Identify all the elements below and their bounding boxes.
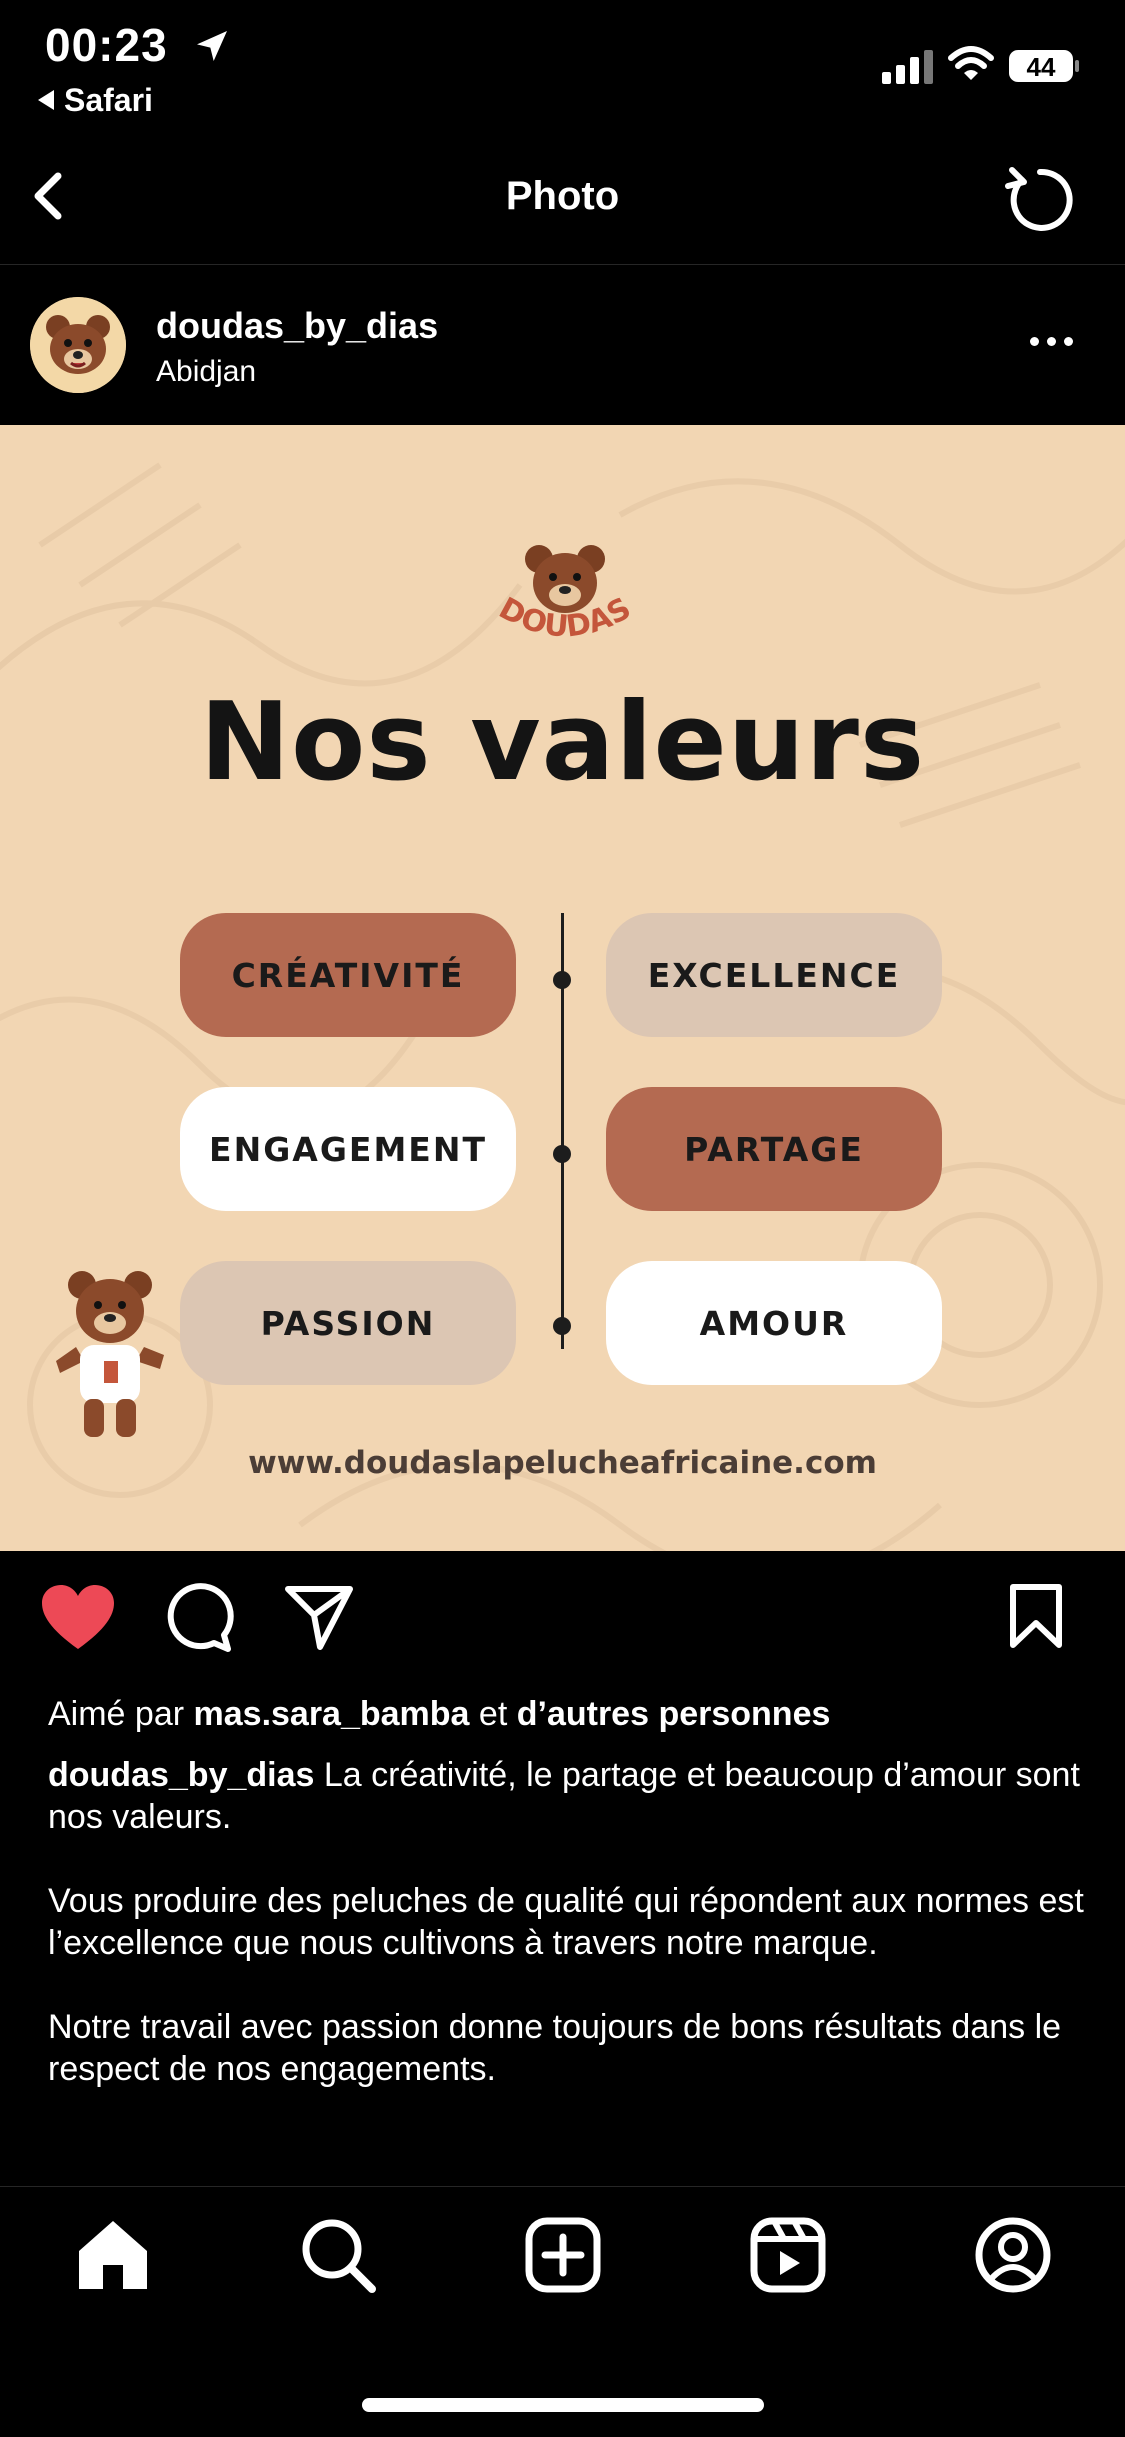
website-url: www.doudaslapelucheafricaine.com (248, 1445, 877, 1481)
back-triangle-icon (38, 89, 54, 110)
back-to-app-link[interactable]: Safari (38, 82, 153, 119)
wifi-icon (948, 46, 994, 80)
value-pill-creativite: CRÉATIVITÉ (180, 913, 516, 1037)
refresh-icon[interactable] (1000, 160, 1080, 236)
likes-prefix: Aimé par (48, 1695, 185, 1733)
status-bar: 00:23 Safari 44 (0, 0, 1125, 130)
status-time: 00:23 (45, 19, 168, 71)
image-title: Nos valeurs (199, 680, 926, 805)
post-image[interactable]: DOUDAS Nos valeurs CRÉATIVITÉ EXCELLENCE… (0, 425, 1125, 1551)
search-icon[interactable] (298, 2215, 378, 2295)
battery-icon: 44 (1008, 48, 1080, 84)
post-location[interactable]: Abidjan (156, 355, 256, 389)
liked-by-user[interactable]: mas.sara_bamba (194, 1695, 470, 1733)
signal-icon (882, 50, 933, 84)
comment-icon[interactable] (164, 1583, 234, 1653)
likes-others[interactable]: d’autres personnes (517, 1695, 831, 1733)
heart-icon[interactable] (40, 1583, 116, 1653)
home-icon[interactable] (73, 2215, 153, 2295)
divider-dot (553, 1317, 571, 1335)
likes-joiner: et (478, 1695, 508, 1733)
create-icon[interactable] (523, 2215, 603, 2295)
post-actions (0, 1551, 1125, 1691)
profile-icon[interactable] (973, 2215, 1053, 2295)
share-icon[interactable] (284, 1583, 354, 1653)
caption-author[interactable]: doudas_by_dias (48, 1756, 314, 1794)
value-pill-amour: AMOUR (606, 1261, 942, 1385)
divider-dot (553, 1145, 571, 1163)
value-pill-passion: PASSION (180, 1261, 516, 1385)
back-app-label: Safari (64, 82, 153, 118)
value-pill-partage: PARTAGE (606, 1087, 942, 1211)
bear-mascot (40, 1265, 180, 1445)
value-pill-excellence: EXCELLENCE (606, 913, 942, 1037)
post-header: doudas_by_dias Abidjan (0, 265, 1125, 425)
more-icon[interactable] (1030, 333, 1084, 353)
doudas-logo: DOUDAS (485, 535, 645, 655)
reels-icon[interactable] (748, 2215, 828, 2295)
bookmark-icon[interactable] (1008, 1583, 1064, 1649)
post-caption: doudas_by_dias La créativité, le partage… (48, 1754, 1088, 2132)
value-pill-engagement: ENGAGEMENT (180, 1087, 516, 1211)
caption-paragraph-2: Vous produire des peluches de qualité qu… (48, 1882, 1084, 1962)
divider-dot (553, 971, 571, 989)
home-indicator[interactable] (362, 2398, 764, 2412)
battery-level: 44 (1027, 52, 1056, 82)
likes-line[interactable]: Aimé par mas.sara_bamba et d’autres pers… (48, 1695, 1088, 1734)
location-arrow-icon (197, 31, 227, 61)
caption-paragraph-3: Notre travail avec passion donne toujour… (48, 2008, 1062, 2088)
post-username[interactable]: doudas_by_dias (156, 305, 438, 347)
nav-bar: Photo (0, 130, 1125, 265)
avatar[interactable] (30, 297, 126, 393)
page-title: Photo (505, 174, 620, 218)
